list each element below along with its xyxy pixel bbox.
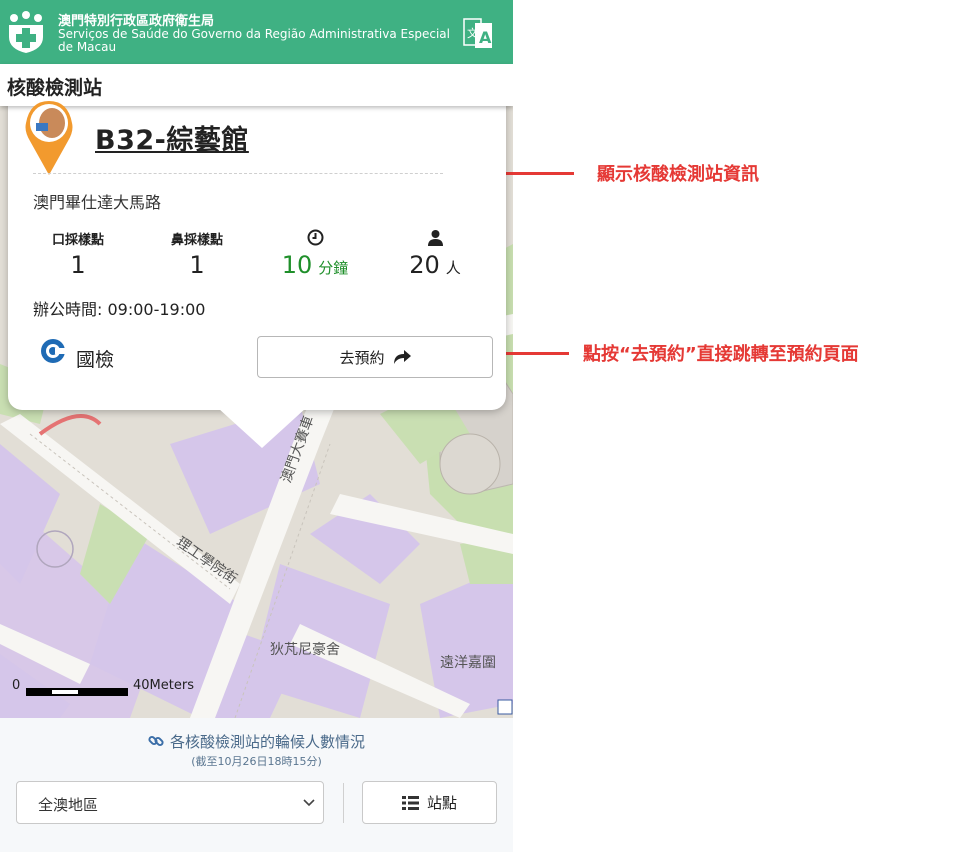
station-list-button[interactable]: 站點 [362, 781, 497, 824]
scale-end-label: 40Meters [133, 678, 194, 693]
org-name-pt: Serviços de Saúde do Governo da Região A… [58, 27, 450, 54]
wait-time-unit: 分鐘 [318, 259, 349, 277]
toolbar-divider [343, 783, 344, 823]
svg-text:文: 文 [467, 26, 478, 40]
chevron-down-icon [303, 799, 315, 807]
wait-time-stat: 10 分鐘 [260, 229, 370, 279]
page-title: 核酸檢測站 [7, 77, 103, 99]
station-pin-icon [25, 101, 73, 175]
station-list-label: 站點 [426, 794, 457, 812]
app-header: 澳門特別行政區政府衛生局 Serviços de Saúde do Govern… [0, 0, 513, 64]
language-switch-icon[interactable]: 文 A [463, 17, 493, 49]
annotation-info-note: 顯示核酸檢測站資訊 [597, 164, 759, 185]
queue-count-unit: 人 [445, 259, 461, 277]
queue-status-label: 各核酸檢測站的輪候人數情況 [169, 733, 365, 751]
queue-status-link[interactable]: 各核酸檢測站的輪候人數情況 [0, 731, 513, 752]
operator-logo-icon [41, 339, 65, 363]
nasal-sampling-stat: 鼻採樣點 1 [147, 229, 247, 279]
station-address: 澳門畢仕達大馬路 [33, 193, 162, 212]
person-icon [427, 230, 443, 246]
popup-pointer [218, 408, 306, 448]
map-building-label: 狄芃尼豪舍 [270, 642, 340, 658]
opening-hours: 辦公時間: 09:00-19:00 [33, 300, 206, 319]
oral-sampling-stat: 口採樣點 1 [28, 229, 128, 279]
scale-start-label: 0 [12, 678, 21, 693]
annotation-book-note: 點按“去預約”直接跳轉至預約頁面 [583, 344, 859, 365]
queue-count-stat: 20 人 [380, 229, 490, 279]
mobile-screen: 理工學院街 澳門大賽車 狄芃尼豪舍 遠洋嘉圍 0 40Meters 澳門特別行政… [0, 0, 513, 852]
title-bar: 核酸檢測站 [0, 64, 513, 106]
health-bureau-logo [9, 11, 43, 53]
svg-text:A: A [479, 28, 492, 47]
book-appointment-button[interactable]: 去預約 [257, 336, 493, 378]
share-arrow-icon [393, 350, 411, 364]
book-button-label: 去預約 [339, 348, 385, 367]
region-select-value: 全澳地區 [38, 796, 99, 814]
region-select[interactable]: 全澳地區 [16, 781, 324, 824]
link-icon [148, 735, 164, 747]
map-building-label: 遠洋嘉圍 [440, 655, 496, 671]
popup-divider [33, 173, 443, 174]
operator-name: 國檢 [76, 349, 115, 371]
stat-value: 1 [189, 251, 205, 279]
bottom-panel: 各核酸檢測站的輪候人數情況 (截至10月26日18時15分) 全澳地區 站點 [0, 718, 513, 852]
queue-updated-time: (截至10月26日18時15分) [191, 755, 322, 768]
clock-icon [307, 229, 323, 246]
list-icon [401, 795, 419, 810]
stat-value: 1 [70, 251, 86, 279]
station-name-link[interactable]: B32-綜藝館 [95, 118, 249, 157]
stat-label: 鼻採樣點 [170, 233, 223, 248]
wait-time-value: 10 [281, 251, 313, 279]
queue-count-value: 20 [409, 251, 440, 279]
stat-label: 口採樣點 [51, 233, 104, 248]
map-scale-bar [26, 688, 128, 696]
